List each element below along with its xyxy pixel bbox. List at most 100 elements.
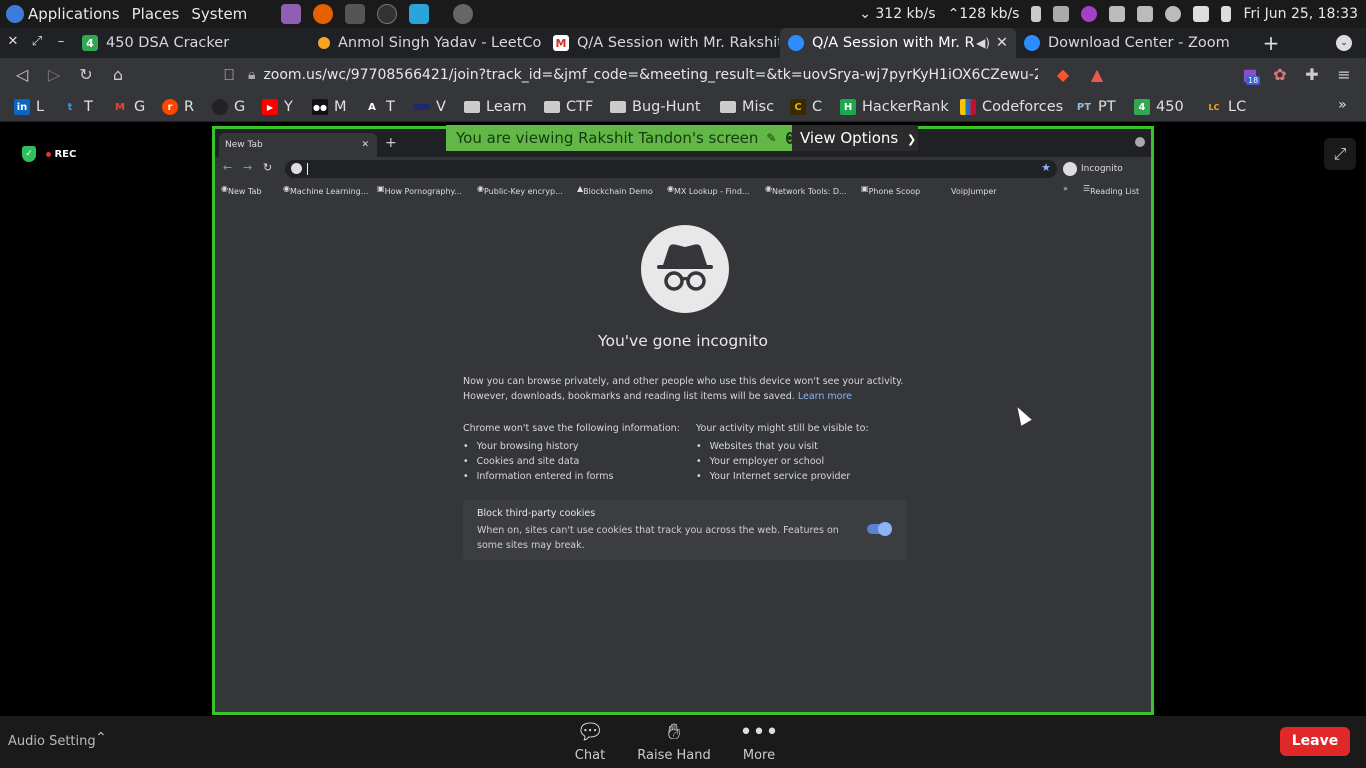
menu-applications[interactable]: Applications (28, 5, 120, 23)
shared-omnibox: ★ (285, 160, 1057, 178)
list-item: Your Internet service provider (696, 469, 851, 484)
app-indicator-icon[interactable] (1081, 6, 1098, 22)
bookmark-youtube[interactable]: ▶ Y (262, 97, 293, 117)
raise-hand-button[interactable]: ✋︎ Raise Hand (634, 720, 714, 763)
bookmarks-overflow-icon[interactable]: » (1338, 97, 1347, 113)
bookmark-hackerrank[interactable]: H HackerRank (840, 97, 949, 117)
window-maximize-icon[interactable]: ⤢ (30, 34, 44, 52)
firefox-launcher-icon[interactable] (313, 4, 334, 24)
bookmark-t[interactable]: AT (364, 97, 395, 117)
leetcode-icon (318, 37, 330, 49)
bookmark-twitter[interactable]: tT (62, 97, 93, 117)
bookmark-icon[interactable]: ⎕ (219, 65, 239, 85)
bookmark-folder-bug-hunt[interactable]: Bug-Hunt (610, 97, 701, 117)
view-options-button[interactable]: View Options ❯ (792, 125, 918, 151)
keyboard-icon[interactable] (1053, 6, 1070, 22)
bluetooth-icon[interactable] (1031, 6, 1042, 22)
shared-tab-close-icon: ✕ (361, 140, 369, 150)
bookmark-gmail[interactable]: MG (112, 97, 145, 117)
bookmark-label: L (36, 99, 45, 115)
tab-gmail-qa-session[interactable]: M Q/A Session with Mr. Rakshit (545, 28, 779, 58)
tab-450-dsa-cracker[interactable]: 4 450 DSA Cracker (74, 28, 306, 58)
bookmark-folder-ctf[interactable]: CTF (544, 97, 593, 117)
shared-bookmark: ◉ Network Tools: D... (765, 184, 847, 196)
tab-label: Download Center - Zoom (1048, 35, 1230, 51)
forward-icon[interactable]: ▷ (44, 65, 64, 85)
tab-audio-icon[interactable]: ◀) (976, 36, 990, 50)
muted-mic-icon: ✎ (766, 131, 777, 145)
shared-bookmark-label: Machine Learning... (289, 187, 369, 196)
clock[interactable]: Fri Jun 25, 18:33 (1243, 6, 1358, 22)
zoom-launcher-icon[interactable] (409, 4, 430, 24)
tab-download-center-zoom[interactable]: Download Center - Zoom (1016, 28, 1250, 58)
chat-button[interactable]: 💬︎ Chat (550, 720, 630, 763)
shared-bookmark: ▣ Phone Scoop (861, 184, 921, 196)
leave-button[interactable]: Leave (1280, 727, 1350, 756)
bookmark-label: V (436, 99, 446, 115)
chevron-up-icon[interactable]: ⌃ (95, 730, 107, 746)
bookmark-pt[interactable]: PT PT (1076, 97, 1116, 117)
medium-icon: ●● (312, 99, 328, 115)
settings-launcher-icon[interactable] (453, 4, 474, 24)
browser-menu-icon[interactable]: ≡ (1334, 65, 1354, 85)
bookmark-linkedin[interactable]: in L (14, 97, 44, 117)
meeting-controls-bar: Audio Setting ⌃ 💬︎ Chat ✋︎ Raise Hand ••… (0, 716, 1366, 768)
shared-screen: New Tab ✕ + ← → ↻ ★ Incognito ⋮ ◉ New Ta… (212, 126, 1154, 715)
shared-google-icon (291, 163, 302, 174)
shared-new-tab-icon: + (385, 135, 397, 151)
bookmark-c[interactable]: CC (790, 97, 822, 117)
brave-shields-icon[interactable]: ◆ (1053, 65, 1073, 85)
net-down-value: 312 kb/s (875, 6, 936, 22)
bookmark-v[interactable]: V (414, 97, 446, 117)
reload-icon[interactable]: ↻ (76, 65, 96, 85)
wifi-icon[interactable] (1193, 6, 1210, 22)
bookmark-folder-learn[interactable]: Learn (464, 97, 527, 117)
shared-bookmark: ◉ Machine Learning... (283, 184, 369, 196)
address-bar[interactable]: 🔒︎ zoom.us/wc/97708566421/join?track_id=&… (248, 64, 1038, 86)
cookie-extension-icon[interactable]: ✿ (1270, 65, 1290, 85)
bookmark-label: C (812, 99, 823, 115)
bookmark-github[interactable]: G (212, 97, 245, 117)
window-minimize-icon[interactable]: – (54, 34, 68, 52)
shared-bookmark: ☰ Reading List (1083, 184, 1140, 196)
menu-system[interactable]: System (191, 5, 247, 23)
reddit-icon: r (162, 99, 178, 115)
battery-icon[interactable] (1221, 6, 1232, 22)
brave-rewards-icon[interactable]: ▲ (1087, 65, 1107, 85)
location-icon[interactable] (1165, 6, 1182, 22)
back-icon[interactable]: ◁ (12, 65, 32, 85)
tab-zoom-qa-session[interactable]: Q/A Session with Mr. R ◀) ✕ (780, 28, 1016, 58)
pt-site-icon: PT (1076, 101, 1092, 113)
audio-setting-button[interactable]: Audio Setting (8, 734, 96, 749)
extensions-puzzle-icon[interactable]: ✚ (1302, 65, 1322, 85)
tab-search-icon[interactable]: ⌄ (1336, 35, 1352, 51)
applications-icon (6, 5, 24, 23)
more-button[interactable]: ••• More (719, 720, 799, 763)
files-launcher-icon[interactable] (345, 4, 366, 24)
bookmark-folder-misc[interactable]: Misc (720, 97, 774, 117)
bookmark-codeforces[interactable]: Codeforces (960, 97, 1063, 117)
zoom-icon (788, 35, 804, 51)
window-close-icon[interactable]: ✕ (6, 34, 20, 52)
bookmark-lc[interactable]: LC LC (1206, 97, 1247, 117)
volume-icon[interactable] (1137, 6, 1154, 22)
list-item: Your employer or school (696, 454, 850, 469)
bookmark-450[interactable]: 4 450 (1134, 97, 1184, 117)
home-icon[interactable]: ⌂ (108, 65, 128, 85)
display-icon[interactable] (1109, 6, 1126, 22)
chat-icon: 💬︎ (576, 720, 604, 745)
text-editor-launcher-icon[interactable] (281, 4, 302, 24)
menu-places[interactable]: Places (132, 5, 180, 23)
tab-leetcode[interactable]: Anmol Singh Yadav - LeetCod (310, 28, 542, 58)
shared-tab-new-tab: New Tab ✕ (219, 133, 377, 157)
shield-icon[interactable]: ✓ (22, 146, 36, 162)
fullscreen-icon[interactable]: ⤢ (1324, 138, 1356, 170)
bookmark-reddit[interactable]: rR (162, 97, 194, 117)
tab-close-icon[interactable]: ✕ (996, 35, 1008, 51)
terminal-launcher-icon[interactable] (377, 4, 398, 24)
lock-icon[interactable]: 🔒︎ (248, 67, 255, 83)
leetcode-icon: LC (1208, 102, 1220, 112)
system-panel: Applications Places System ⌄ 312 kb/s ⌃1… (0, 0, 1366, 28)
new-tab-icon[interactable]: + (1262, 31, 1280, 55)
bookmark-medium[interactable]: ●● M (312, 97, 347, 117)
